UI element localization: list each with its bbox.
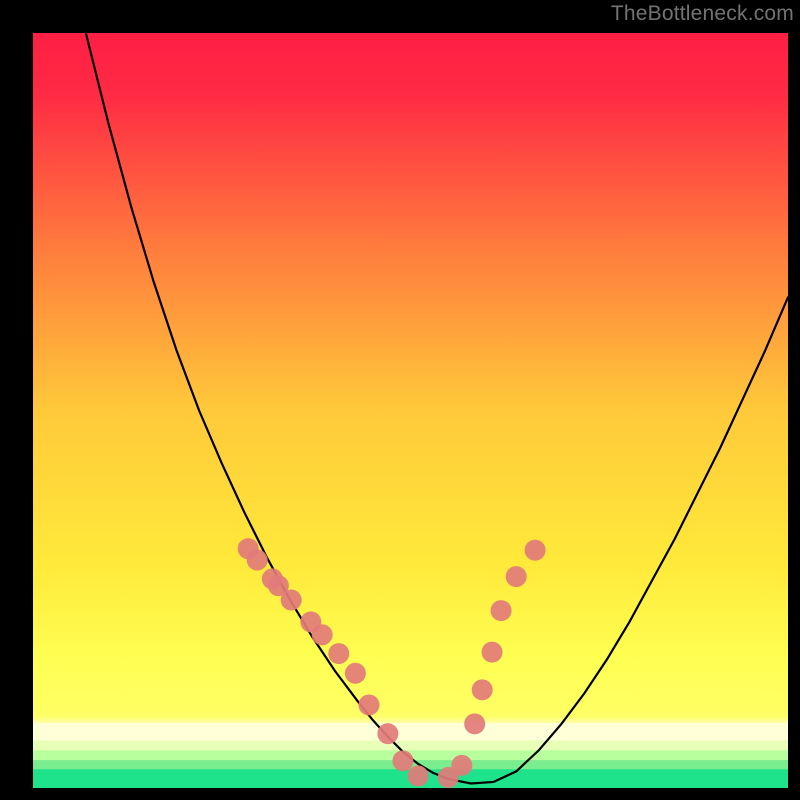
outer-frame: TheBottleneck.com [0, 0, 800, 800]
dots-bottom-dot [408, 765, 429, 786]
dots-right-dot [506, 566, 527, 587]
dots-bottom-dot [358, 694, 379, 715]
dots-left-dot [281, 590, 302, 611]
dots-right-dot [491, 600, 512, 621]
plot-area [33, 33, 788, 788]
dots-right-dot [482, 642, 503, 663]
band-0 [33, 723, 788, 740]
dots-bottom-dot [392, 750, 413, 771]
gradient-background [33, 33, 788, 788]
dots-right-dot [472, 679, 493, 700]
dots-right-dot [451, 755, 472, 776]
dots-left-dot [345, 663, 366, 684]
band-1 [33, 740, 788, 750]
dots-right-dot [525, 540, 546, 561]
watermark-text: TheBottleneck.com [611, 2, 794, 26]
dots-bottom-dot [377, 723, 398, 744]
dots-left-dot [328, 643, 349, 664]
dots-left-dot [247, 549, 268, 570]
chart-svg [33, 33, 788, 788]
dots-left-dot [312, 624, 333, 645]
dots-right-dot [464, 713, 485, 734]
